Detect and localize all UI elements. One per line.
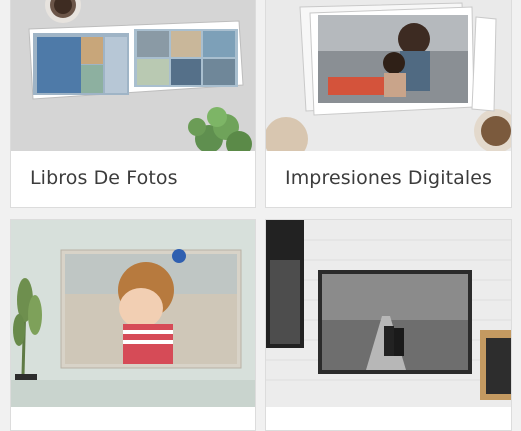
product-card-metal[interactable] <box>265 219 512 431</box>
product-card-photo-books[interactable]: Libros De Fotos <box>10 0 256 208</box>
product-card-digital-prints[interactable]: Impresiones Digitales <box>265 0 512 208</box>
product-card-canvas[interactable] <box>10 219 256 431</box>
photo-book-image <box>11 0 255 151</box>
card-label[interactable]: Impresiones Digitales <box>285 167 492 189</box>
canvas-print-image <box>11 220 255 407</box>
product-grid: Libros De Fotos Impresiones Digitales <box>0 0 521 431</box>
metal-print-image <box>266 220 511 407</box>
digital-prints-image <box>266 0 511 151</box>
card-label[interactable]: Libros De Fotos <box>30 167 178 189</box>
